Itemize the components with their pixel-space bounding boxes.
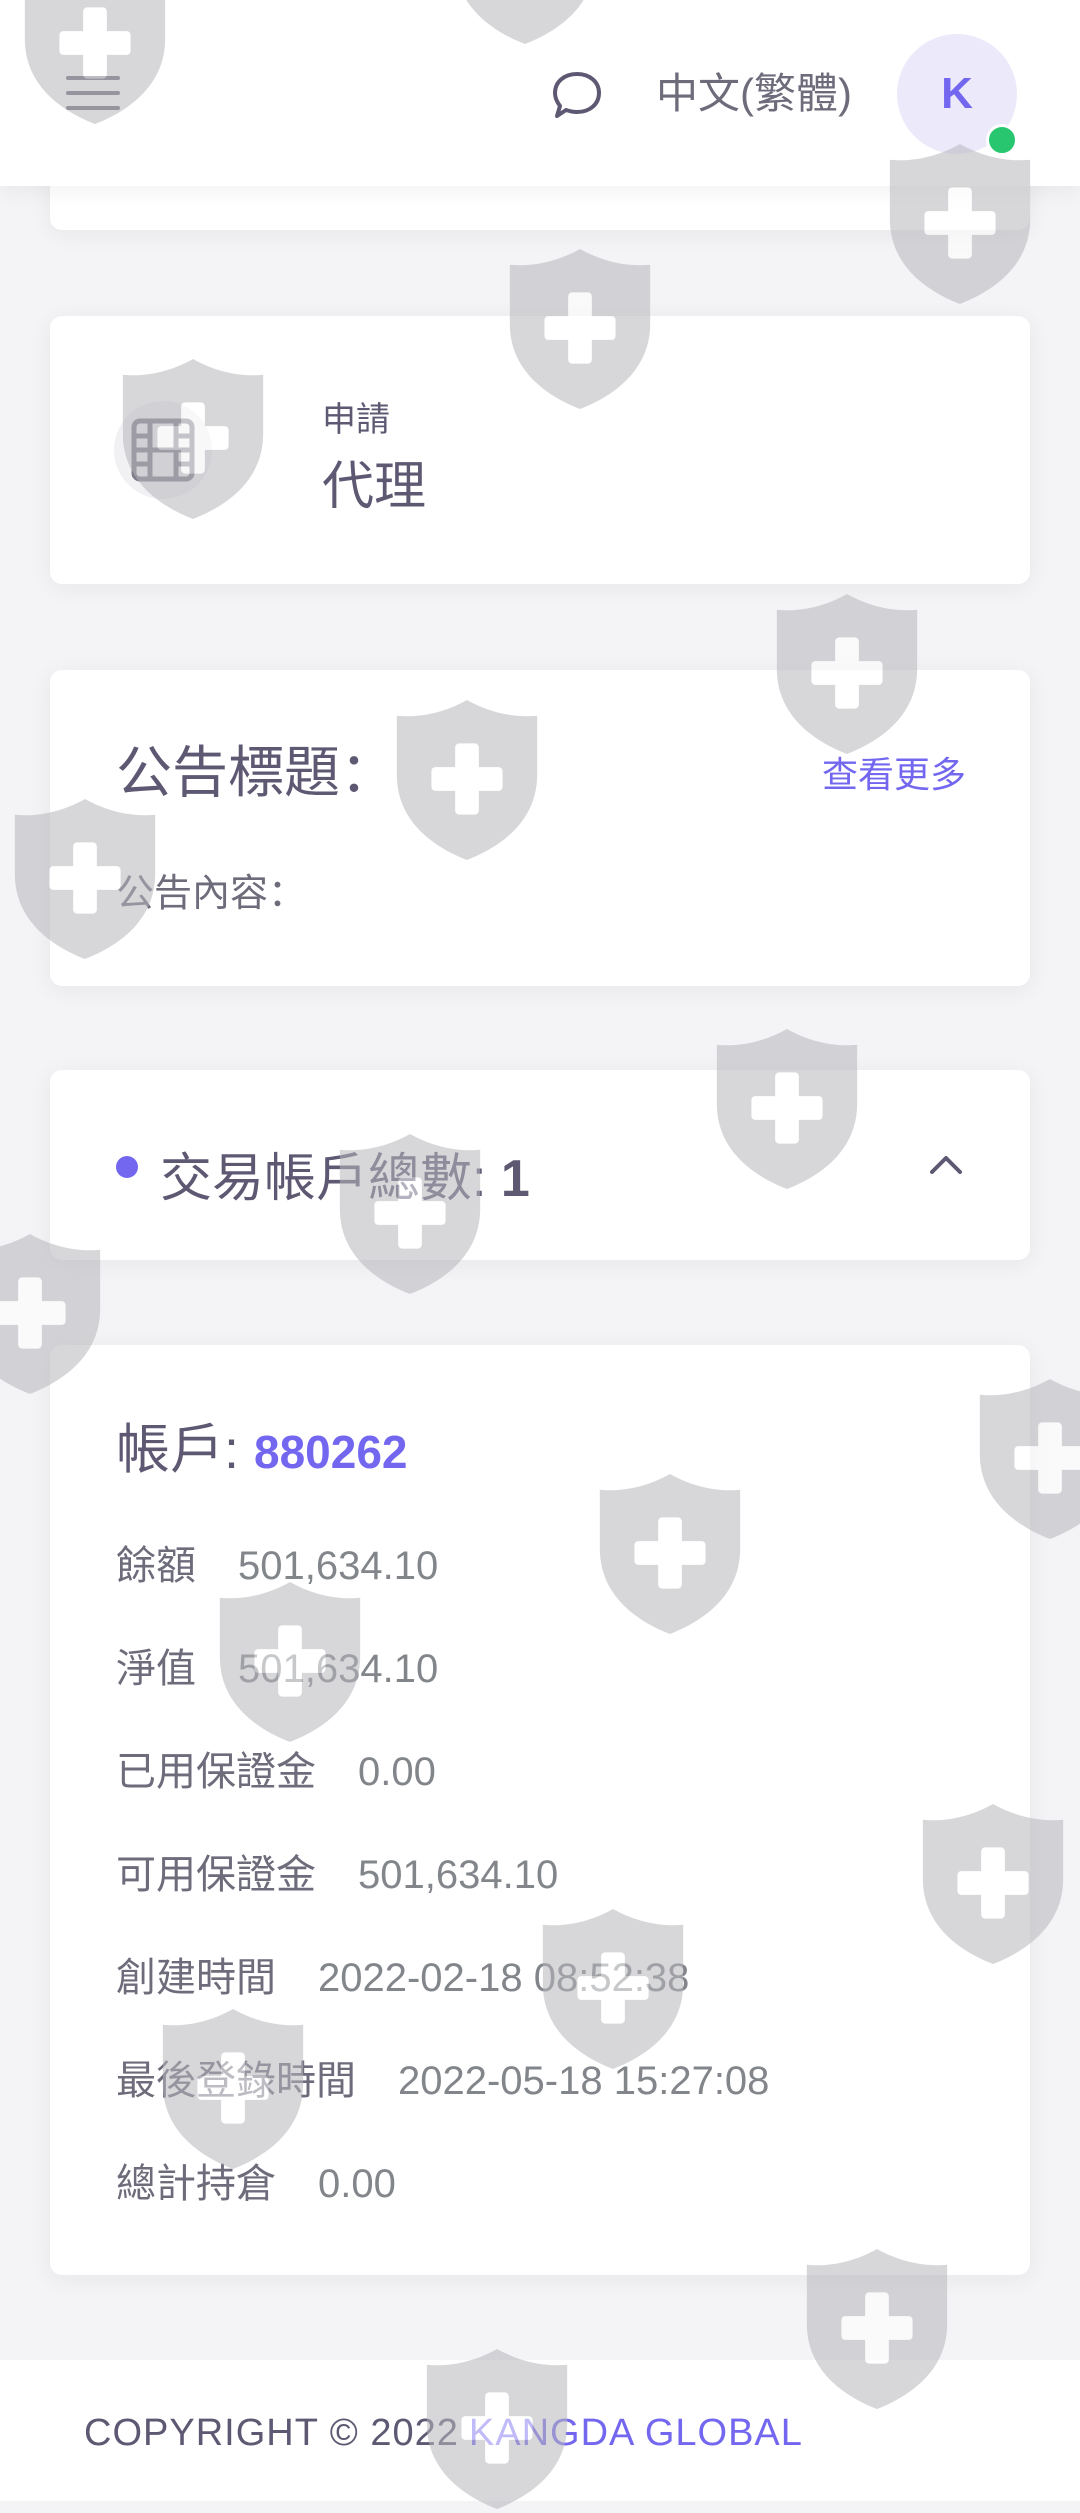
row-value: 0.00 [358,1750,436,1794]
trading-accounts-label: 交易帳戶總數: [160,1150,501,1208]
detail-row-free-margin: 可用保證金 501,634.10 [116,1842,558,1900]
row-label: 創建時間 [116,1956,276,2000]
row-label: 可用保證金 [116,1853,316,1897]
chat-icon[interactable] [548,66,606,124]
row-value: 501,634.10 [358,1853,559,1897]
brand-link[interactable]: KANGDA GLOBAL [469,2412,803,2454]
copyright-text: COPYRIGHT © 2022 KANGDA GLOBAL [84,2412,803,2455]
detail-row-used-margin: 已用保證金 0.00 [116,1739,436,1797]
row-value: 2022-05-18 15:27:08 [398,2059,770,2103]
detail-row-last-login: 最後登錄時間 2022-05-18 15:27:08 [116,2048,769,2106]
detail-row-total-positions: 總計持倉 0.00 [116,2151,396,2209]
footer: COPYRIGHT © 2022 KANGDA GLOBAL [0,2360,1080,2501]
copyright-label: COPYRIGHT © 2022 [84,2412,459,2454]
announcement-card: 公告標題： 查看更多 公告內容： [50,670,1030,986]
film-icon [114,401,212,499]
row-value: 0.00 [318,2162,396,2206]
row-label: 淨值 [116,1647,196,1691]
detail-row-created: 創建時間 2022-02-18 08:52:38 [116,1945,689,2003]
account-detail-card: 帳戶: 880262 餘額 501,634.10 淨值 501,634.10 已用保… [50,1345,1030,2275]
row-value: 2022-02-18 08:52:38 [318,1956,690,2000]
view-more-link[interactable]: 查看更多 [822,746,966,798]
top-navbar: 中文(繁體) K [0,0,1080,186]
account-number[interactable]: 880262 [254,1426,408,1478]
announcement-title: 公告標題： [116,741,396,804]
detail-row-balance: 餘額 501,634.10 [116,1533,438,1591]
announcement-content: 公告內容： [116,873,307,915]
trading-accounts-title: 交易帳戶總數: 1 [160,1136,530,1211]
language-selector[interactable]: 中文(繁體) [656,66,852,122]
bullet-dot [116,1156,138,1178]
row-label: 總計持倉 [116,2162,276,2206]
apply-title: 代理 [322,458,427,516]
row-label: 最後登錄時間 [116,2059,356,2103]
account-heading: 帳戶: 880262 [116,1405,408,1484]
online-status-dot [986,124,1018,156]
menu-icon[interactable] [66,72,122,114]
row-value: 501,634.10 [238,1647,439,1691]
apply-label: 申請 [322,401,390,439]
account-label: 帳戶: [116,1420,255,1480]
row-value: 501,634.10 [238,1544,439,1588]
row-label: 餘額 [116,1544,196,1588]
detail-row-equity: 淨值 501,634.10 [116,1636,438,1694]
trading-accounts-header[interactable]: 交易帳戶總數: 1 [50,1070,1030,1260]
trading-accounts-count: 1 [500,1150,530,1208]
chevron-up-icon[interactable] [926,1148,966,1178]
row-label: 已用保證金 [116,1750,316,1794]
apply-agent-card[interactable]: 申請 代理 [50,316,1030,584]
